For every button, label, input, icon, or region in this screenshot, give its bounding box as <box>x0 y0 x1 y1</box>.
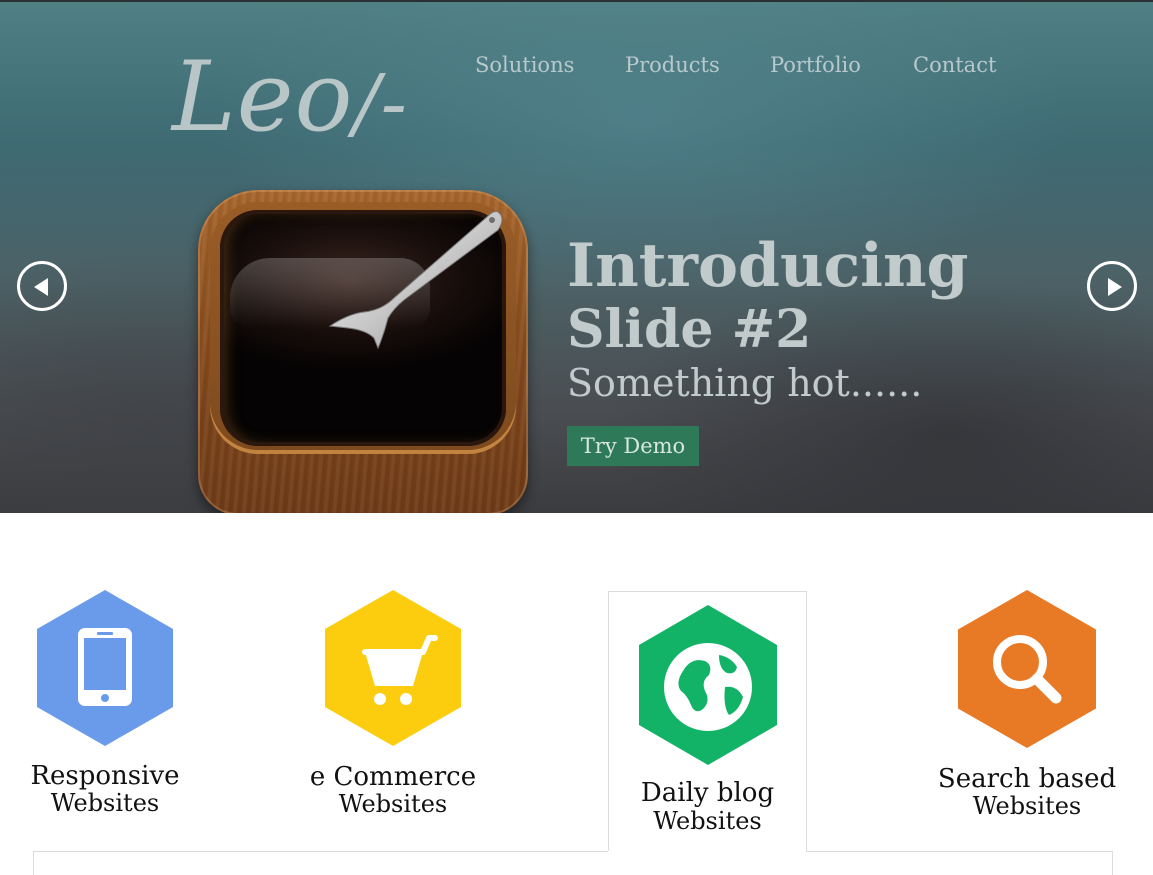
mobile-phone-icon <box>78 628 132 706</box>
feature-daily-blog[interactable]: Daily blog Websites <box>608 605 807 840</box>
coffee-app-image <box>198 190 528 513</box>
feature-hex-responsive <box>37 590 173 746</box>
chevron-right-icon <box>1108 278 1122 296</box>
search-icon <box>993 635 1062 704</box>
feature-title: e Commerce <box>309 762 477 792</box>
feature-subtitle: Websites <box>972 792 1082 820</box>
feature-hex-search <box>958 590 1096 748</box>
feature-subtitle: Websites <box>338 790 448 818</box>
try-demo-button[interactable]: Try Demo <box>567 426 699 466</box>
nav-item-products[interactable]: Products <box>625 50 720 80</box>
feature-hex-daily-blog <box>639 605 777 765</box>
shopping-cart-icon <box>362 635 438 705</box>
feature-title: Search based <box>937 764 1117 794</box>
feature-title: Daily blog <box>640 778 775 808</box>
nav-item-portfolio[interactable]: Portfolio <box>770 50 861 80</box>
slide-subtitle: Slide #2 <box>567 299 812 360</box>
slide-tagline: Something hot...... <box>567 361 923 405</box>
feature-responsive[interactable]: Responsive Websites <box>20 590 190 820</box>
slider-prev-button[interactable] <box>17 261 67 311</box>
nav-item-solutions[interactable]: Solutions <box>475 50 574 80</box>
feature-subtitle: Websites <box>653 807 762 835</box>
feature-search-based[interactable]: Search based Websites <box>935 590 1119 820</box>
feature-title: Responsive <box>30 761 180 791</box>
hero-slider: Leo/- Solutions Products Portfolio Conta… <box>0 0 1153 513</box>
feature-ecommerce[interactable]: e Commerce Websites <box>300 590 486 820</box>
feature-content-panel <box>33 851 1113 875</box>
nav-item-contact[interactable]: Contact <box>913 50 996 80</box>
feature-subtitle: Websites <box>50 789 160 817</box>
slider-next-button[interactable] <box>1087 261 1137 311</box>
site-logo[interactable]: Leo/- <box>172 42 408 159</box>
feature-hex-ecommerce <box>325 590 461 746</box>
spoon-icon <box>328 211 503 350</box>
globe-icon <box>664 643 752 731</box>
chevron-left-icon <box>34 278 48 296</box>
slide-title: Introducing <box>567 231 969 301</box>
